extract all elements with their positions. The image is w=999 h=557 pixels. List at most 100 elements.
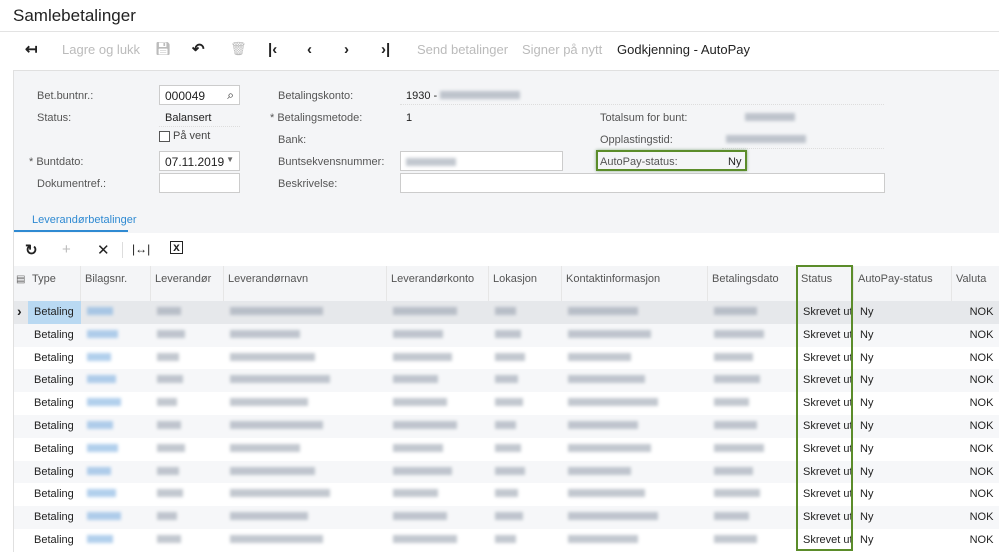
cell-redacted[interactable]: [387, 369, 489, 392]
fit-columns-icon[interactable]: |↔|: [132, 242, 150, 256]
cell-redacted[interactable]: [81, 529, 151, 552]
cell-redacted[interactable]: [708, 415, 797, 438]
cell-autopay-status[interactable]: Ny: [854, 347, 952, 370]
seq-input[interactable]: [400, 151, 563, 171]
cell-redacted[interactable]: [224, 461, 387, 484]
cell-redacted[interactable]: [562, 324, 708, 347]
cell-type[interactable]: Betaling: [28, 415, 81, 438]
cell-redacted[interactable]: [151, 301, 224, 324]
description-input[interactable]: [400, 173, 885, 193]
cell-redacted[interactable]: [708, 324, 797, 347]
cell-autopay-status[interactable]: Ny: [854, 301, 952, 324]
cell-currency[interactable]: NOK: [952, 438, 999, 461]
cell-redacted[interactable]: [387, 324, 489, 347]
cell-redacted[interactable]: [387, 438, 489, 461]
cell-redacted[interactable]: [708, 529, 797, 552]
cell-autopay-status[interactable]: Ny: [854, 324, 952, 347]
cell-redacted[interactable]: [224, 529, 387, 552]
column-settings-icon[interactable]: ▤: [16, 274, 25, 285]
cell-redacted[interactable]: [708, 347, 797, 370]
cell-redacted[interactable]: [151, 415, 224, 438]
cell-currency[interactable]: NOK: [952, 461, 999, 484]
cell-currency[interactable]: NOK: [952, 369, 999, 392]
column-header[interactable]: Leverandørnavn: [224, 266, 387, 301]
cell-type[interactable]: Betaling: [28, 506, 81, 529]
first-button[interactable]: |‹: [268, 39, 277, 59]
cell-redacted[interactable]: [224, 415, 387, 438]
cell-redacted[interactable]: [224, 347, 387, 370]
cell-redacted[interactable]: [81, 438, 151, 461]
cell-redacted[interactable]: [562, 392, 708, 415]
cell-redacted[interactable]: [151, 392, 224, 415]
batch-no-input[interactable]: 000049 ⌕: [159, 85, 240, 105]
cell-redacted[interactable]: [387, 392, 489, 415]
search-icon[interactable]: ⌕: [227, 88, 234, 103]
column-header[interactable]: Leverandør: [151, 266, 224, 301]
cell-redacted[interactable]: [151, 347, 224, 370]
cell-redacted[interactable]: [562, 529, 708, 552]
cell-redacted[interactable]: [489, 324, 562, 347]
cell-redacted[interactable]: [224, 369, 387, 392]
cell-redacted[interactable]: [387, 529, 489, 552]
cell-redacted[interactable]: [489, 392, 562, 415]
column-header[interactable]: Betalingsdato: [708, 266, 797, 301]
cell-redacted[interactable]: [81, 506, 151, 529]
cell-redacted[interactable]: [489, 483, 562, 506]
hold-checkbox[interactable]: [159, 131, 170, 142]
cell-currency[interactable]: NOK: [952, 483, 999, 506]
cell-redacted[interactable]: [387, 506, 489, 529]
prev-button[interactable]: ‹: [307, 39, 312, 59]
cell-redacted[interactable]: [562, 438, 708, 461]
delete-row-icon[interactable]: ✕: [97, 241, 110, 259]
column-header[interactable]: Kontaktinformasjon: [562, 266, 708, 301]
undo-button[interactable]: ↶: [192, 39, 205, 59]
cell-redacted[interactable]: [489, 301, 562, 324]
cell-redacted[interactable]: [708, 506, 797, 529]
cell-autopay-status[interactable]: Ny: [854, 392, 952, 415]
cell-redacted[interactable]: [151, 483, 224, 506]
column-header[interactable]: Bilagsnr.: [81, 266, 151, 301]
cell-type[interactable]: Betaling: [28, 438, 81, 461]
cell-autopay-status[interactable]: Ny: [854, 483, 952, 506]
cell-redacted[interactable]: [151, 369, 224, 392]
cell-redacted[interactable]: [708, 438, 797, 461]
cell-redacted[interactable]: [708, 301, 797, 324]
cell-type[interactable]: Betaling: [28, 529, 81, 552]
cell-redacted[interactable]: [81, 301, 151, 324]
cell-redacted[interactable]: [489, 506, 562, 529]
cell-redacted[interactable]: [81, 347, 151, 370]
cell-redacted[interactable]: [489, 529, 562, 552]
cell-redacted[interactable]: [81, 369, 151, 392]
cell-currency[interactable]: NOK: [952, 506, 999, 529]
save-close-button[interactable]: Lagre og lukk: [62, 39, 140, 59]
cell-redacted[interactable]: [81, 483, 151, 506]
cell-currency[interactable]: NOK: [952, 529, 999, 552]
cell-redacted[interactable]: [562, 415, 708, 438]
cell-autopay-status[interactable]: Ny: [854, 461, 952, 484]
cell-redacted[interactable]: [81, 461, 151, 484]
cell-redacted[interactable]: [489, 438, 562, 461]
dropdown-icon[interactable]: ▼: [226, 155, 234, 164]
cell-redacted[interactable]: [387, 301, 489, 324]
cell-redacted[interactable]: [81, 324, 151, 347]
cell-redacted[interactable]: [562, 506, 708, 529]
send-payments-button[interactable]: Send betalinger: [417, 39, 508, 59]
delete-button[interactable]: 🗑︎: [230, 39, 247, 59]
cell-autopay-status[interactable]: Ny: [854, 438, 952, 461]
cell-autopay-status[interactable]: Ny: [854, 529, 952, 552]
cell-redacted[interactable]: [224, 438, 387, 461]
cell-redacted[interactable]: [387, 461, 489, 484]
cell-redacted[interactable]: [151, 506, 224, 529]
add-icon[interactable]: +: [62, 241, 71, 258]
column-header[interactable]: Type: [28, 266, 81, 301]
cell-currency[interactable]: NOK: [952, 392, 999, 415]
cell-redacted[interactable]: [81, 392, 151, 415]
cell-autopay-status[interactable]: Ny: [854, 506, 952, 529]
cell-redacted[interactable]: [708, 392, 797, 415]
cell-redacted[interactable]: [224, 324, 387, 347]
cell-redacted[interactable]: [562, 483, 708, 506]
cell-redacted[interactable]: [151, 529, 224, 552]
column-header[interactable]: Leverandørkonto: [387, 266, 489, 301]
cell-type[interactable]: Betaling: [28, 324, 81, 347]
refresh-icon[interactable]: ↻: [25, 241, 38, 259]
